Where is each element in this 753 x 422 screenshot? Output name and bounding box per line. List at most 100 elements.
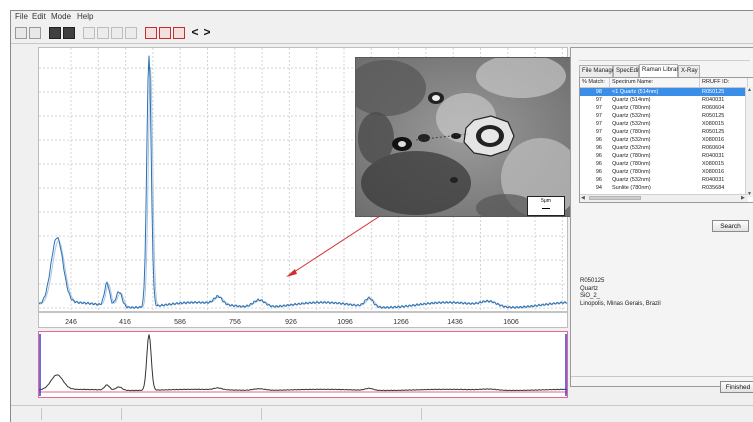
zoom-out-icon[interactable] (97, 27, 109, 39)
microscope-image[interactable] (355, 57, 572, 217)
rruff-id-cell: X080016 (702, 137, 725, 143)
save-icon[interactable] (49, 27, 61, 39)
spectrum-name-cell: Quartz (780nm) (612, 169, 651, 175)
scroll-right-icon[interactable]: ▶ (741, 195, 745, 201)
horizontal-scroll-thumb[interactable] (589, 196, 641, 200)
table-row[interactable]: 97 Quartz (532nm) R050125 (580, 112, 748, 120)
menu-mode[interactable]: Mode (51, 12, 71, 21)
menu-bar: File Edit Mode Help (11, 11, 753, 25)
match-cell: 96 (595, 169, 602, 175)
tab-x-ray[interactable]: X-Ray (678, 65, 700, 77)
overview-svg (38, 334, 567, 396)
spectrum-overview[interactable] (38, 331, 568, 398)
table-horizontal-scrollbar[interactable]: ◀ ▶ (580, 194, 748, 202)
rruff-id-cell: X080015 (702, 161, 725, 167)
toolbar: < > (11, 25, 753, 44)
cut-icon[interactable] (125, 27, 137, 39)
status-segment (11, 408, 42, 420)
table-row[interactable]: 97 Quartz (780nm) R060604 (580, 104, 748, 112)
smooth-icon[interactable] (173, 27, 185, 39)
finished-button[interactable]: Finished (720, 381, 753, 393)
table-row[interactable]: 96 Quartz (780nm) X080016 (580, 168, 748, 176)
menu-help[interactable]: Help (77, 12, 93, 21)
x-tick-label: 1096 (337, 319, 353, 326)
panel-bottom-divider (571, 376, 753, 377)
peak-pick-icon[interactable] (159, 27, 171, 39)
col-spectrum-name[interactable]: Spectrum Name: (610, 78, 700, 87)
menu-file[interactable]: File (15, 12, 28, 21)
table-row[interactable]: 98 <1 Quartz (514nm) R050125 (580, 88, 748, 96)
x-tick-label: 1266 (393, 319, 409, 326)
tab-raman-library[interactable]: Raman Library (639, 64, 681, 77)
match-cell: 96 (595, 161, 602, 167)
rruff-id-cell: R060604 (702, 145, 725, 151)
table-row[interactable]: 96 Quartz (532nm) R040031 (580, 176, 748, 184)
spectrum-name-cell: <1 Quartz (514nm) (612, 89, 659, 95)
match-cell: 97 (595, 129, 602, 135)
spectrum-name-cell: Quartz (780nm) (612, 153, 651, 159)
scale-bar: 5μm (527, 196, 565, 216)
rruff-id-cell: R050125 (702, 129, 725, 135)
zoom-in-icon[interactable] (83, 27, 95, 39)
tab-file-manager[interactable]: File Manager (579, 65, 617, 77)
match-table[interactable]: % Match: Spectrum Name: RRUFF ID: 98 <1 Q… (579, 77, 753, 203)
match-cell: 97 (595, 113, 602, 119)
right-panel: File Manager SpecEdit Raman Library X-Ra… (570, 47, 753, 393)
rruff-id-cell: R050125 (702, 89, 725, 95)
table-row[interactable]: 94 Sunlite (780nm) R035684 (580, 184, 748, 192)
tab-specedit[interactable]: SpecEdit (613, 65, 640, 77)
rruff-id-cell: R060604 (702, 105, 725, 111)
panel-divider (579, 60, 750, 61)
spectrum-name-cell: Quartz (514nm) (612, 97, 651, 103)
info-locality: Linopolis, Minas Gerais, Brazil (580, 300, 661, 307)
rruff-id-cell: R050125 (702, 113, 725, 119)
previous-icon[interactable]: < (189, 26, 201, 39)
scroll-left-icon[interactable]: ◀ (581, 195, 585, 201)
table-row[interactable]: 96 Quartz (532nm) X080016 (580, 136, 748, 144)
spectrum-name-cell: Quartz (532nm) (612, 145, 651, 151)
print-icon[interactable] (63, 27, 75, 39)
status-segment (121, 408, 262, 420)
match-cell: 94 (595, 185, 602, 191)
selected-mineral-info: R050125 Quartz SiO_2_ Linopolis, Minas G… (580, 278, 661, 308)
menu-edit[interactable]: Edit (32, 12, 46, 21)
rruff-id-cell: X080015 (702, 121, 725, 127)
baseline-icon[interactable] (145, 27, 157, 39)
spectrum-name-cell: Quartz (780nm) (612, 129, 651, 135)
rruff-id-cell: R035684 (702, 185, 725, 191)
zoom-reset-icon[interactable] (111, 27, 123, 39)
open-multiple-icon[interactable] (29, 27, 41, 39)
table-row[interactable]: 96 Quartz (532nm) R060604 (580, 144, 748, 152)
match-cell: 97 (595, 121, 602, 127)
table-vertical-scrollbar[interactable]: ▲ ▼ (745, 87, 753, 197)
match-cell: 98 (595, 89, 602, 95)
table-row[interactable]: 97 Quartz (780nm) R050125 (580, 128, 748, 136)
rruff-id-cell: R040031 (702, 153, 725, 159)
x-tick-label: 416 (119, 319, 131, 326)
info-formula: SiO_2_ (580, 293, 601, 299)
table-row[interactable]: 96 Quartz (780nm) R040031 (580, 152, 748, 160)
info-mineral-name: Quartz (580, 285, 599, 292)
col-match[interactable]: % Match: (580, 78, 610, 87)
spectrum-name-cell: Sunlite (780nm) (612, 185, 651, 191)
spectrum-name-cell: Quartz (532nm) (612, 121, 651, 127)
spectrum-name-cell: Quartz (780nm) (612, 161, 651, 167)
rruff-id-cell: X080016 (702, 169, 725, 175)
table-row[interactable]: 97 Quartz (532nm) X080015 (580, 120, 748, 128)
match-cell: 96 (595, 145, 602, 151)
scroll-up-icon[interactable]: ▲ (747, 87, 752, 93)
table-header: % Match: Spectrum Name: RRUFF ID: (580, 78, 753, 88)
micrograph-svg (356, 58, 571, 216)
open-spectrum-icon[interactable] (15, 27, 27, 39)
info-rruff-id: R050125 (580, 278, 605, 284)
spectrum-name-cell: Quartz (780nm) (612, 105, 651, 111)
x-tick-label: 926 (285, 319, 297, 326)
search-button[interactable]: Search (712, 220, 749, 232)
table-row[interactable]: 96 Quartz (780nm) X080015 (580, 160, 748, 168)
scale-label: 5μm (541, 198, 551, 204)
col-rruff-id[interactable]: RRUFF ID: (700, 78, 748, 87)
overview-spectrum (38, 334, 567, 392)
match-cell: 96 (595, 137, 602, 143)
table-row[interactable]: 97 Quartz (514nm) R040031 (580, 96, 748, 104)
next-icon[interactable]: > (201, 26, 213, 39)
